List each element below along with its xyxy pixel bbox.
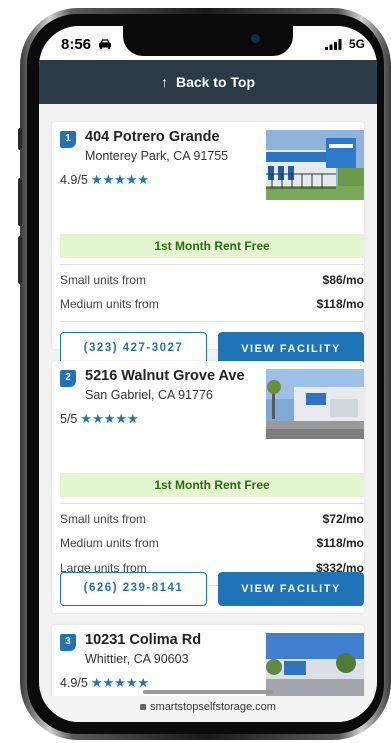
facility-photo[interactable] xyxy=(266,633,364,703)
back-to-top-label: Back to Top xyxy=(175,74,256,90)
price-row: Small units from $72/mo xyxy=(60,512,364,530)
silent-switch xyxy=(18,128,22,150)
facility-address[interactable]: 10231 Colima Rd xyxy=(85,632,201,648)
rating-stars-icon: ★★★★★ xyxy=(90,675,150,690)
signal-strength-icon xyxy=(325,39,342,50)
price-value: $118/mo xyxy=(316,297,364,311)
price-label: Small units from xyxy=(60,512,147,526)
price-label: Small units from xyxy=(60,273,147,287)
facility-rating: 4.9/5 ★★★★★ xyxy=(60,172,149,188)
rating-stars-icon: ★★★★★ xyxy=(80,411,139,426)
facility-rating: 5/5 ★★★★★ xyxy=(60,411,139,427)
rating-value: 4.9/5 xyxy=(60,173,88,187)
status-time: 8:56 xyxy=(61,36,112,53)
status-time-text: 8:56 xyxy=(61,36,92,53)
volume-up-button xyxy=(18,178,22,226)
price-row: Medium units from $118/mo xyxy=(60,297,364,315)
price-label: Medium units from xyxy=(60,297,159,311)
price-row: Medium units from $118/mo xyxy=(60,536,364,554)
rating-value: 5/5 xyxy=(60,412,78,426)
facility-rating: 4.9/5 ★★★★★ xyxy=(60,675,149,691)
facility-number-badge: 2 xyxy=(60,370,76,387)
facility-address[interactable]: 404 Potrero Grande xyxy=(85,129,220,145)
back-to-top-button[interactable]: ↑ Back to Top xyxy=(39,60,377,104)
promo-banner: 1st Month Rent Free xyxy=(60,234,364,258)
phone-screen: 8:56 5G ↑ Back to Top 1 404 Potrero Grand… xyxy=(39,26,377,722)
lock-icon xyxy=(140,704,147,710)
facility-city: Whittier, CA 90603 xyxy=(85,652,189,666)
price-row: Small units from $86/mo xyxy=(60,273,364,291)
car-icon xyxy=(99,39,112,49)
facility-city: San Gabriel, CA 91776 xyxy=(85,388,213,402)
promo-banner: 1st Month Rent Free xyxy=(60,473,364,497)
price-label: Medium units from xyxy=(60,536,159,550)
facility-number-badge: 1 xyxy=(60,131,76,148)
price-value: $118/mo xyxy=(316,536,364,550)
divider xyxy=(60,503,364,504)
status-bar: 8:56 5G xyxy=(39,26,377,60)
front-camera xyxy=(251,34,260,43)
facility-city: Monterey Park, CA 91755 xyxy=(85,149,229,163)
facility-card: 1 404 Potrero Grande Monterey Park, CA 9… xyxy=(52,122,364,366)
volume-down-button xyxy=(18,236,22,284)
facility-address[interactable]: 5216 Walnut Grove Ave xyxy=(85,368,245,384)
facility-number-badge: 3 xyxy=(60,634,76,651)
url-text: smartstopselfstorage.com xyxy=(150,701,276,713)
rating-stars-icon: ★★★★★ xyxy=(90,172,150,187)
view-facility-button[interactable]: VIEW FACILITY xyxy=(218,572,364,606)
arrow-up-icon: ↑ xyxy=(160,74,168,90)
facility-photo[interactable] xyxy=(266,130,364,200)
divider xyxy=(60,321,364,322)
browser-url-bar[interactable]: smartstopselfstorage.com xyxy=(39,696,377,722)
facility-photo[interactable] xyxy=(266,369,364,439)
call-facility-button[interactable]: (626) 239-8141 xyxy=(60,572,207,606)
network-type: 5G xyxy=(348,37,365,51)
home-indicator[interactable] xyxy=(143,690,273,694)
notch xyxy=(123,26,293,56)
price-value: $72/mo xyxy=(322,512,364,526)
rating-value: 4.9/5 xyxy=(60,676,88,690)
price-value: $86/mo xyxy=(322,273,364,287)
facility-card: 2 5216 Walnut Grove Ave San Gabriel, CA … xyxy=(52,361,364,613)
divider xyxy=(60,264,364,265)
